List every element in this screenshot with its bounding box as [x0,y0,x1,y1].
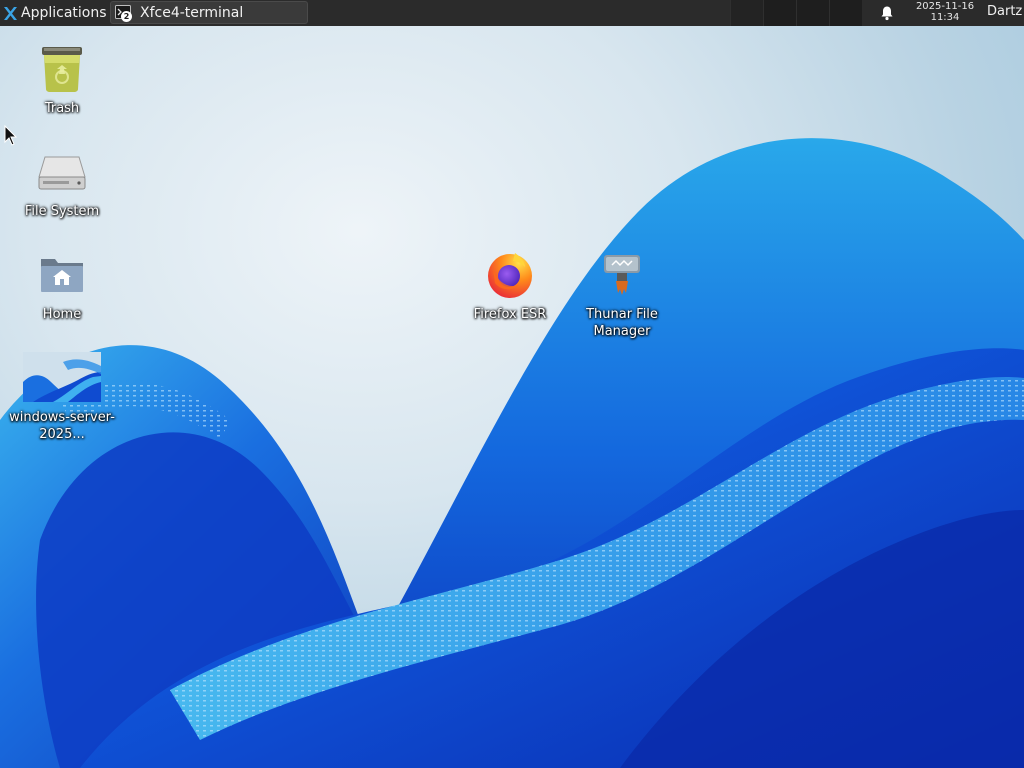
desktop-icon-trash[interactable]: Trash [7,40,117,117]
desktop-icon-label: windows-server-2025... [9,410,115,442]
clock-time: 11:34 [930,12,960,23]
applications-menu-button[interactable]: Applications ⁝ [0,0,121,26]
window-count-badge: 2 [121,10,132,22]
notification-bell-icon[interactable] [879,5,895,21]
desktop[interactable]: Trash File System Home windows-server-20… [0,0,1024,768]
clock-date: 2025-11-16 [915,1,975,12]
workspace-4[interactable] [829,0,862,26]
desktop-icon-windows-server-image[interactable]: windows-server-2025... [7,349,117,443]
trash-icon [34,40,90,96]
applications-menu-label: Applications [21,5,107,21]
desktop-icon-file-system[interactable]: File System [7,143,117,220]
workspace-3[interactable] [796,0,829,26]
workspace-1[interactable] [730,0,763,26]
taskbar-button-label: Xfce4-terminal [140,4,244,21]
desktop-icon-thunar[interactable]: Thunar File Manager [567,246,677,340]
image-thumbnail-icon [23,349,101,405]
firefox-icon [482,246,538,302]
mouse-cursor-icon [4,125,18,146]
taskbar-button-terminal[interactable]: 2 Xfce4-terminal [110,1,308,24]
drive-icon [34,143,90,199]
desktop-icon-home[interactable]: Home [7,246,117,323]
desktop-icon-label: Firefox ESR [473,307,547,322]
desktop-icon-label: Trash [44,101,80,116]
workspace-2[interactable] [763,0,796,26]
workspace-switcher [730,0,862,26]
user-menu[interactable]: Dartz [987,4,1022,19]
xfce-logo-icon [4,6,17,20]
desktop-icon-label: File System [24,204,100,219]
file-manager-icon [594,246,650,302]
terminal-icon: 2 [115,4,133,22]
desktop-icon-label: Thunar File Manager [586,307,658,339]
desktop-icon-label: Home [42,307,82,322]
top-panel: Applications ⁝ 2 Xfce4-terminal 2025-11-… [0,0,1024,26]
home-folder-icon [34,246,90,302]
desktop-icon-firefox[interactable]: Firefox ESR [455,246,565,323]
wallpaper [0,138,1024,768]
panel-clock[interactable]: 2025-11-16 11:34 [908,1,982,23]
